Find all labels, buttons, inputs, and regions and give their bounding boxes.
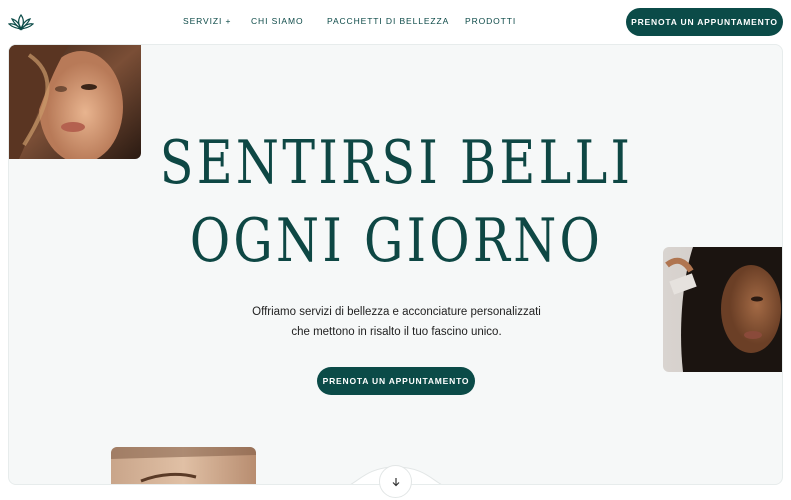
nav-item-pacchetti[interactable]: PACCHETTI DI BELLEZZA [327,16,449,26]
book-appointment-button[interactable]: PRENOTA UN APPUNTAMENTO [626,8,783,36]
hero-book-appointment-button[interactable]: PRENOTA UN APPUNTAMENTO [317,367,475,395]
hero-photo-skin [111,447,256,484]
hero-subtitle-line-2: che mettono in risalto il tuo fascino un… [291,326,502,338]
hero-subtitle-line-1: Offriamo servizi di bellezza e acconciat… [252,306,541,318]
arrow-down-icon [392,477,399,486]
site-header: SERVIZI + CHI SIAMO PACCHETTI DI BELLEZZ… [0,0,791,44]
hero-headline-line-2: OGNI GIORNO [189,206,604,276]
nav-item-servizi[interactable]: SERVIZI + [183,16,231,26]
hero-subtitle: Offriamo servizi di bellezza e acconciat… [9,302,782,342]
nav-item-prodotti[interactable]: PRODOTTI [465,16,516,26]
scroll-down-button[interactable] [379,465,412,498]
lotus-icon[interactable] [8,12,34,32]
nav-item-chi-siamo[interactable]: CHI SIAMO [251,16,304,26]
hero-headline-line-1: SENTIRSI BELLI [159,128,634,198]
hero-section: SENTIRSI BELLI OGNI GIORNO Offriamo serv… [8,44,783,485]
